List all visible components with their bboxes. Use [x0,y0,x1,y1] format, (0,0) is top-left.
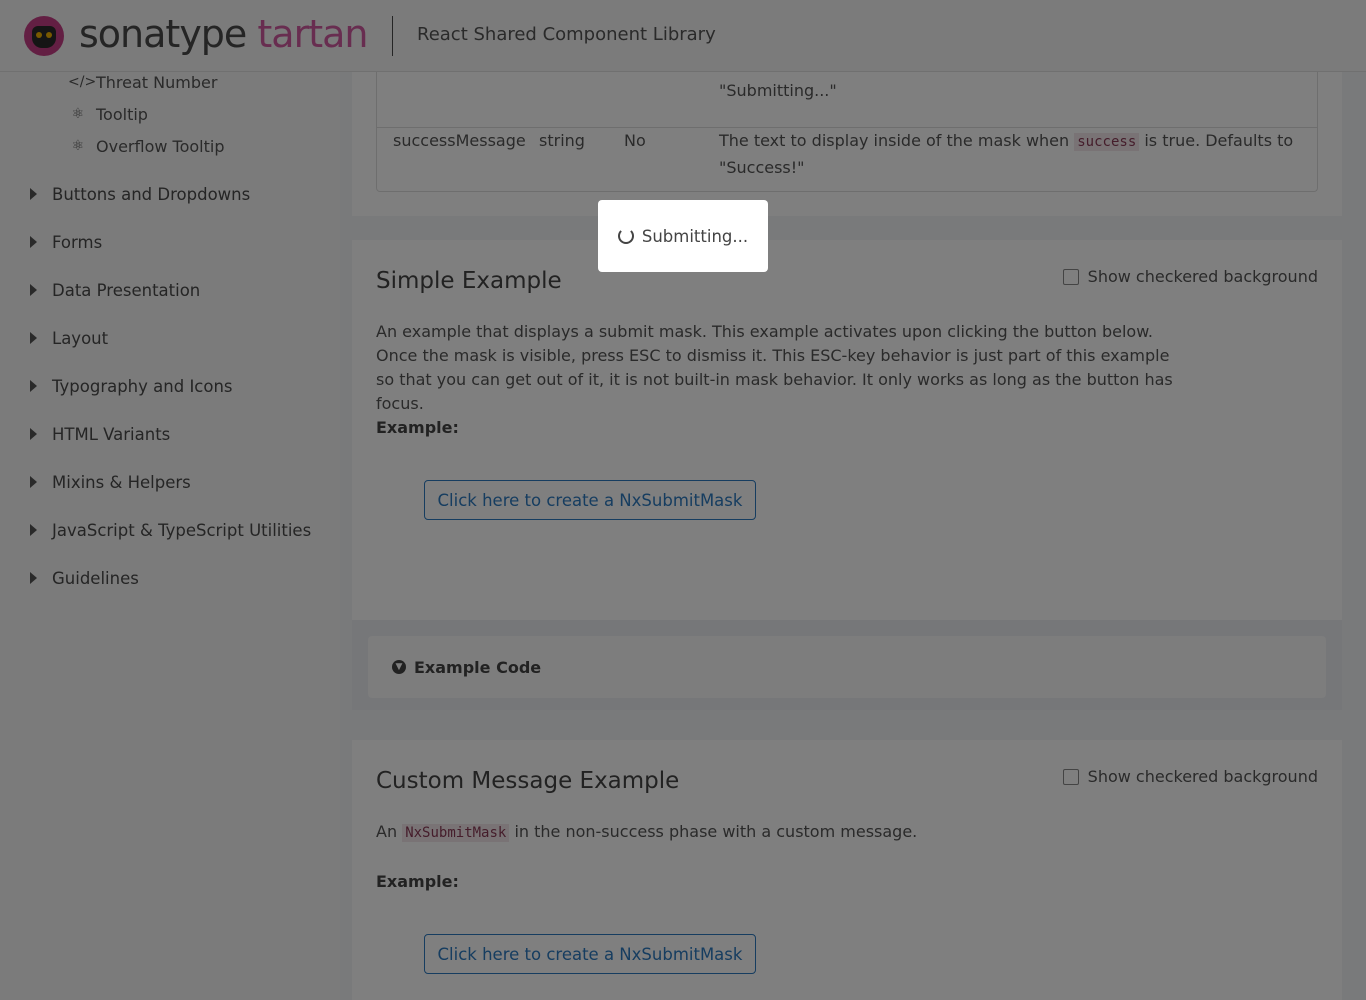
submit-mask-message: Submitting... [598,200,768,272]
submit-mask-overlay [0,0,1366,1000]
spinner-icon [617,228,634,244]
